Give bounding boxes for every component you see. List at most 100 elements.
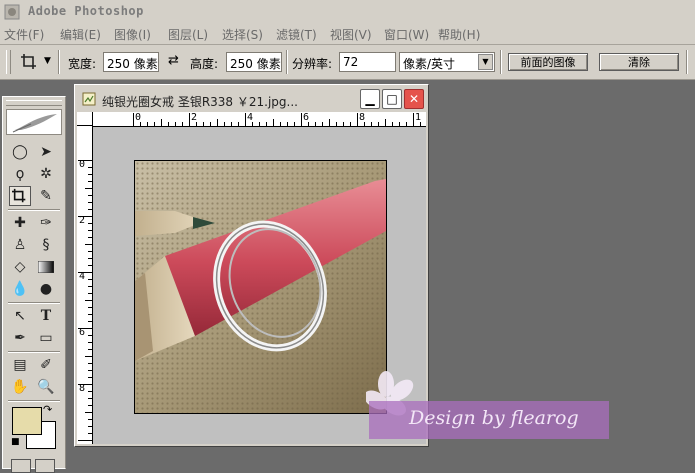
menu-select[interactable]: 选择(S) [222, 26, 263, 43]
ruler-label: 8 [79, 383, 86, 394]
pen-tool-icon[interactable]: ✒ [9, 328, 31, 348]
toolbox-separator [8, 400, 60, 402]
chevron-down-icon[interactable]: ▼ [44, 56, 51, 66]
ruler-tick [88, 405, 92, 406]
close-icon: ✕ [408, 92, 420, 106]
close-button[interactable]: ✕ [404, 89, 424, 109]
maximize-button[interactable]: □ [382, 89, 402, 109]
ruler-tick [371, 122, 372, 126]
feather-icon [12, 114, 57, 133]
ruler-tick [88, 181, 92, 182]
foreground-color-swatch-front[interactable] [12, 407, 42, 435]
eraser-tool-icon[interactable]: ◇ [9, 257, 31, 277]
resolution-field[interactable]: 72 [339, 52, 396, 72]
ruler-tick [88, 391, 92, 392]
ruler-vertical[interactable]: 0 2 4 6 8 [77, 126, 93, 444]
ruler-tick [357, 113, 358, 126]
standard-mode-icon[interactable] [11, 459, 31, 473]
menu-file[interactable]: 文件(F) [4, 26, 44, 43]
feather-logo[interactable] [6, 109, 62, 135]
ruler-tick [78, 216, 92, 217]
quick-mask-mode-icon[interactable] [35, 459, 55, 473]
marquee-tool-icon[interactable]: ◯ [9, 142, 31, 162]
menu-edit[interactable]: 编辑(E) [60, 26, 101, 43]
ruler-tick [85, 412, 92, 413]
front-image-button[interactable]: 前面的图像 [508, 53, 588, 71]
ruler-tick [85, 244, 92, 245]
ruler-tick [88, 265, 92, 266]
ruler-tick [147, 122, 148, 126]
blur-tool-icon[interactable]: 💧 [9, 279, 31, 299]
path-selection-tool-icon[interactable]: ↖ [9, 306, 31, 326]
notes-tool-icon[interactable]: ▤ [9, 355, 31, 375]
menu-bar: 文件(F) 编辑(E) 图像(I) 图层(L) 选择(S) 滤镜(T) 视图(V… [0, 24, 695, 45]
ruler-tick [88, 377, 92, 378]
ruler-tick [175, 122, 176, 126]
document-title-bar[interactable]: 纯银光圈女戒 圣银R338 ￥21.jpg... ▁ □ ✕ [76, 86, 427, 112]
options-bar-grip[interactable] [6, 50, 11, 74]
menu-help[interactable]: 帮助(H) [438, 26, 480, 43]
magic-wand-tool-icon[interactable]: ✲ [35, 164, 57, 184]
lasso-tool-icon[interactable]: ϙ [9, 164, 31, 184]
width-label: 宽度: [68, 57, 97, 71]
ruler-tick [88, 349, 92, 350]
type-tool-icon[interactable]: T [35, 306, 57, 326]
minimize-button[interactable]: ▁ [360, 89, 380, 109]
healing-brush-tool-icon[interactable]: ✚ [9, 213, 31, 233]
document-title: 纯银光圈女戒 圣银R338 ￥21.jpg... [102, 95, 298, 109]
hand-tool-icon[interactable]: ✋ [9, 377, 31, 397]
ruler-tick [85, 300, 92, 301]
history-brush-tool-icon[interactable]: § [35, 235, 57, 255]
clear-button[interactable]: 清除 [599, 53, 679, 71]
dodge-tool-icon[interactable]: ● [35, 279, 57, 299]
ruler-tick [88, 419, 92, 420]
ruler-tick [322, 122, 323, 126]
image-canvas[interactable] [134, 160, 387, 414]
options-bar: ▼ 宽度: 250 像素 ⇄ 高度: 250 像素 分辨率: 72 像素/英寸 … [0, 45, 695, 80]
ruler-tick [88, 174, 92, 175]
ruler-label: 6 [79, 327, 86, 338]
ruler-tick [88, 433, 92, 434]
ruler-tick [224, 122, 225, 126]
ruler-origin[interactable] [77, 112, 93, 126]
resolution-unit-select[interactable]: 像素/英寸 ▼ [399, 52, 495, 72]
default-colors-icon[interactable]: ■ [11, 437, 20, 447]
slice-tool-icon[interactable]: ✎ [35, 186, 57, 206]
swap-colors-icon[interactable]: ↷ [43, 403, 52, 416]
eyedropper-tool-icon[interactable]: ✐ [35, 355, 57, 375]
ruler-tick [287, 122, 288, 126]
ruler-tick [85, 356, 92, 357]
move-tool-icon[interactable]: ➤ [35, 142, 57, 162]
crop-tool-icon[interactable] [9, 186, 31, 206]
toolbox-header[interactable] [6, 100, 62, 106]
ruler-tick [161, 119, 162, 126]
menu-filter[interactable]: 滤镜(T) [276, 26, 317, 43]
menu-window[interactable]: 窗口(W) [384, 26, 429, 43]
height-field[interactable]: 250 像素 [226, 52, 282, 72]
ruler-label: 4 [79, 271, 86, 282]
ruler-tick [88, 286, 92, 287]
ruler-tick [364, 122, 365, 126]
ruler-tick [88, 167, 92, 168]
ruler-tick [88, 258, 92, 259]
brush-tool-icon[interactable]: ✑ [35, 213, 57, 233]
shape-tool-icon[interactable]: ▭ [35, 328, 57, 348]
menu-view[interactable]: 视图(V) [330, 26, 372, 43]
width-field[interactable]: 250 像素 [103, 52, 159, 72]
swap-icon[interactable]: ⇄ [168, 53, 179, 68]
zoom-tool-icon[interactable]: 🔍 [35, 377, 57, 397]
menu-layer[interactable]: 图层(L) [168, 26, 208, 43]
ruler-tick [88, 251, 92, 252]
clone-stamp-tool-icon[interactable]: ♙ [9, 235, 31, 255]
ruler-tick [88, 314, 92, 315]
crop-tool-preset-icon[interactable] [20, 53, 40, 71]
ruler-label: 0 [79, 159, 86, 170]
ruler-horizontal[interactable]: 0 2 4 6 8 1 [93, 112, 426, 127]
menu-image[interactable]: 图像(I) [114, 26, 151, 43]
resolution-unit-value: 像素/英寸 [403, 57, 456, 71]
gradient-tool-icon[interactable] [35, 257, 57, 277]
ruler-tick [392, 122, 393, 126]
watermark-text: Design by flearog [409, 407, 579, 429]
ruler-tick [88, 293, 92, 294]
chevron-down-icon[interactable]: ▼ [478, 54, 493, 70]
